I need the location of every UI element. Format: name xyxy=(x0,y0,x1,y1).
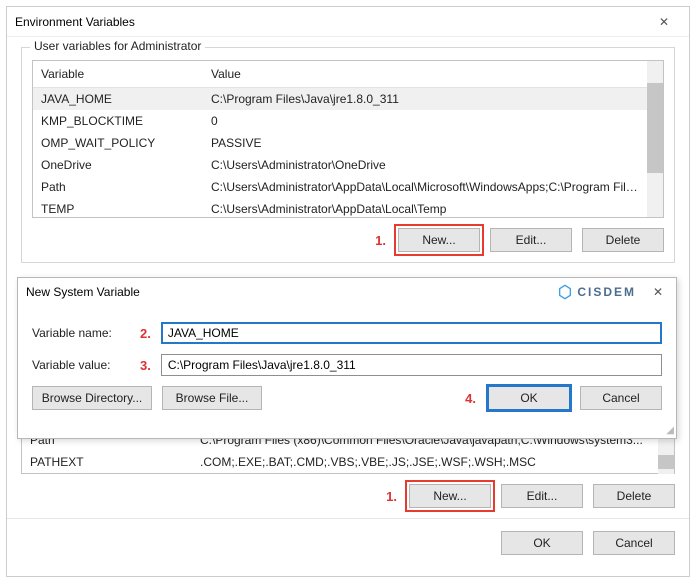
scrollbar[interactable] xyxy=(647,61,663,217)
titlebar: Environment Variables ✕ xyxy=(7,7,689,37)
scroll-thumb[interactable] xyxy=(658,455,674,469)
new-system-variable-dialog: New System Variable CISDEM ✕ Variable na… xyxy=(17,277,677,439)
close-icon[interactable]: ✕ xyxy=(648,285,668,299)
user-variables-group: User variables for Administrator Variabl… xyxy=(21,47,675,263)
table-row[interactable]: JAVA_HOME C:\Program Files\Java\jre1.8.0… xyxy=(33,88,647,111)
cancel-button[interactable]: Cancel xyxy=(593,531,675,555)
table-row[interactable]: TEMP C:\Users\Administrator\AppData\Loca… xyxy=(33,198,647,218)
new-button[interactable]: New... xyxy=(409,484,491,508)
variable-value-input[interactable] xyxy=(161,354,662,376)
ok-button[interactable]: OK xyxy=(488,386,570,410)
annotation-4: 4. xyxy=(465,391,478,406)
col-value[interactable]: Value xyxy=(203,61,647,88)
browse-directory-button[interactable]: Browse Directory... xyxy=(32,386,152,410)
edit-button[interactable]: Edit... xyxy=(490,228,572,252)
col-variable[interactable]: Variable xyxy=(33,61,203,88)
annotation-1: 1. xyxy=(386,489,399,504)
user-variables-table[interactable]: Variable Value JAVA_HOME C:\Program File… xyxy=(32,60,664,218)
variable-name-input[interactable] xyxy=(161,322,662,344)
variable-name-label: Variable name: xyxy=(32,326,132,340)
user-variables-title: User variables for Administrator xyxy=(30,39,205,53)
dialog-titlebar: New System Variable CISDEM ✕ xyxy=(18,278,676,306)
annotation-3: 3. xyxy=(140,358,153,373)
cancel-button[interactable]: Cancel xyxy=(580,386,662,410)
cisdem-logo: CISDEM xyxy=(557,284,636,300)
browse-file-button[interactable]: Browse File... xyxy=(162,386,262,410)
table-header-row: Variable Value xyxy=(33,61,647,88)
table-row[interactable]: PATHEXT .COM;.EXE;.BAT;.CMD;.VBS;.VBE;.J… xyxy=(22,451,658,473)
resize-grip-icon[interactable]: ◢ xyxy=(666,425,674,436)
delete-button[interactable]: Delete xyxy=(593,484,675,508)
window-title: Environment Variables xyxy=(15,15,135,29)
table-row[interactable]: OneDrive C:\Users\Administrator\OneDrive xyxy=(33,154,647,176)
annotation-1: 1. xyxy=(375,233,388,248)
table-row[interactable]: Path C:\Users\Administrator\AppData\Loca… xyxy=(33,176,647,198)
annotation-2: 2. xyxy=(140,326,153,341)
scroll-thumb[interactable] xyxy=(647,83,663,173)
variable-value-label: Variable value: xyxy=(32,358,132,372)
delete-button[interactable]: Delete xyxy=(582,228,664,252)
edit-button[interactable]: Edit... xyxy=(501,484,583,508)
close-icon[interactable]: ✕ xyxy=(647,15,681,29)
new-button[interactable]: New... xyxy=(398,228,480,252)
ok-button[interactable]: OK xyxy=(501,531,583,555)
table-row[interactable]: KMP_BLOCKTIME 0 xyxy=(33,110,647,132)
hexagon-icon xyxy=(557,284,573,300)
dialog-title: New System Variable xyxy=(26,285,140,299)
table-row[interactable]: OMP_WAIT_POLICY PASSIVE xyxy=(33,132,647,154)
